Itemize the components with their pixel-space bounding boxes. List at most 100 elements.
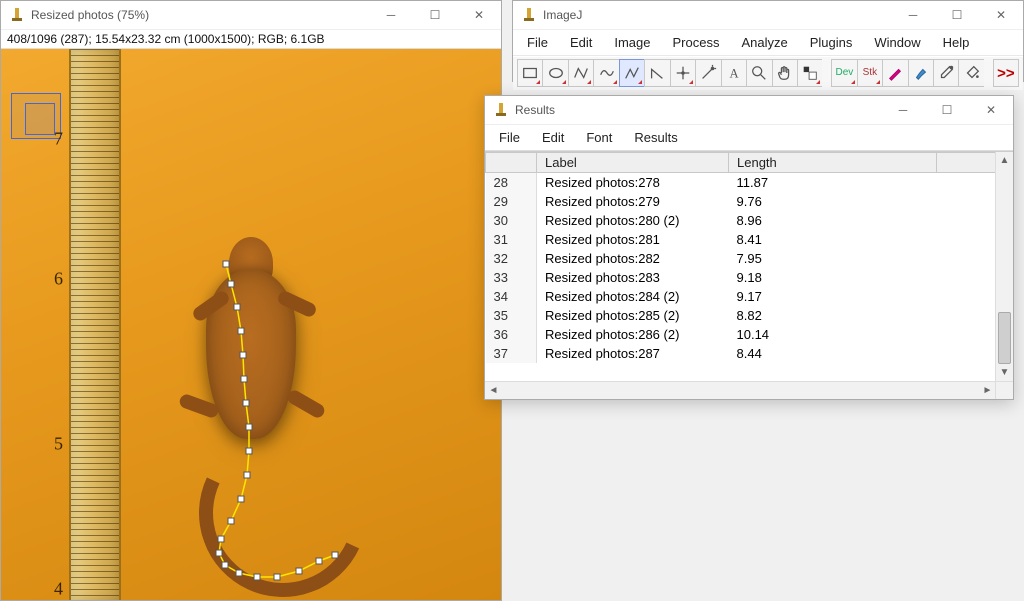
image-canvas[interactable]: 7654 [1,49,501,600]
stk-menu-button[interactable]: Stk [857,59,882,87]
scroll-right-arrow[interactable]: ► [979,382,996,399]
selection-node[interactable] [238,496,245,503]
cell-length: 8.96 [729,211,937,230]
minimize-button[interactable]: ─ [369,1,413,29]
maximize-button[interactable]: ☐ [413,1,457,29]
table-row[interactable]: 29Resized photos:2799.76 [486,192,1013,211]
close-button[interactable]: ✕ [969,96,1013,124]
horizontal-scrollbar[interactable]: ◄ ► [485,381,996,399]
selection-node[interactable] [240,352,247,359]
menu-file[interactable]: File [517,32,558,53]
menu-process[interactable]: Process [663,32,730,53]
zoom-tool[interactable] [746,59,771,87]
image-window-title: Resized photos (75%) [31,8,149,22]
table-row[interactable]: 31Resized photos:2818.41 [486,230,1013,249]
text-tool[interactable]: A [721,59,746,87]
color-picker-tool[interactable] [797,59,822,87]
selection-node[interactable] [216,550,223,557]
freehand-tool[interactable] [593,59,618,87]
close-button[interactable]: ✕ [457,1,501,29]
table-row[interactable]: 33Resized photos:2839.18 [486,268,1013,287]
selection-node[interactable] [316,558,323,565]
dropper-tool[interactable] [933,59,958,87]
selection-node[interactable] [236,570,243,577]
selection-node[interactable] [222,562,229,569]
cell-label: Resized photos:278 [537,173,729,193]
scroll-up-arrow[interactable]: ▲ [996,152,1013,169]
selection-node[interactable] [234,304,241,311]
maximize-button[interactable]: ☐ [935,1,979,29]
cell-length: 8.44 [729,344,937,363]
menu-plugins[interactable]: Plugins [800,32,863,53]
table-row[interactable]: 32Resized photos:2827.95 [486,249,1013,268]
selection-node[interactable] [241,376,248,383]
segmented-line-tool[interactable] [619,59,644,87]
maximize-button[interactable]: ☐ [925,96,969,124]
results-col-rownum[interactable] [486,153,537,173]
vertical-scrollbar[interactable]: ▲ ▼ [995,152,1013,381]
cell-label: Resized photos:287 [537,344,729,363]
row-number: 29 [486,192,537,211]
selection-node[interactable] [244,472,251,479]
cell-length: 8.41 [729,230,937,249]
polygon-tool[interactable] [568,59,593,87]
results-menu-file[interactable]: File [489,127,530,148]
scrollbar-corner [995,381,1013,399]
table-row[interactable]: 30Resized photos:280 (2)8.96 [486,211,1013,230]
results-menu-edit[interactable]: Edit [532,127,574,148]
brush-tool[interactable] [908,59,933,87]
selection-node[interactable] [238,328,245,335]
image-window-titlebar[interactable]: Resized photos (75%) ─ ☐ ✕ [1,1,501,30]
dev-menu-button[interactable]: Dev [831,59,856,87]
minimize-button[interactable]: ─ [891,1,935,29]
selection-node[interactable] [246,448,253,455]
imagej-icon [9,7,25,23]
rectangle-tool[interactable] [517,59,542,87]
selection-node[interactable] [332,552,339,559]
wand-tool[interactable] [695,59,720,87]
results-col-Length[interactable]: Length [729,153,937,173]
selection-node[interactable] [223,261,230,268]
bucket-tool[interactable] [958,59,983,87]
toolbar-more-button[interactable]: >> [993,59,1019,87]
menu-help[interactable]: Help [933,32,980,53]
imagej-main-titlebar[interactable]: ImageJ ─ ☐ ✕ [513,1,1023,30]
close-button[interactable]: ✕ [979,1,1023,29]
angle-tool[interactable] [644,59,669,87]
results-table[interactable]: LabelLength 28Resized photos:27811.8729R… [485,152,1013,363]
row-number: 30 [486,211,537,230]
results-titlebar[interactable]: Results ─ ☐ ✕ [485,96,1013,125]
table-row[interactable]: 34Resized photos:284 (2)9.17 [486,287,1013,306]
selection-node[interactable] [296,568,303,575]
results-col-Label[interactable]: Label [537,153,729,173]
menu-window[interactable]: Window [864,32,930,53]
selection-node[interactable] [228,518,235,525]
selection-node[interactable] [218,536,225,543]
row-number: 31 [486,230,537,249]
cell-length: 11.87 [729,173,937,193]
selection-node[interactable] [246,424,253,431]
scroll-down-arrow[interactable]: ▼ [996,364,1013,381]
scroll-left-arrow[interactable]: ◄ [485,382,502,399]
table-row[interactable]: 37Resized photos:2878.44 [486,344,1013,363]
minimize-button[interactable]: ─ [881,96,925,124]
segmented-line-selection[interactable] [1,49,501,600]
menu-image[interactable]: Image [604,32,660,53]
menu-analyze[interactable]: Analyze [731,32,797,53]
results-menu-results[interactable]: Results [624,127,687,148]
table-row[interactable]: 35Resized photos:285 (2)8.82 [486,306,1013,325]
oval-tool[interactable] [542,59,567,87]
selection-node[interactable] [243,400,250,407]
selection-node[interactable] [254,574,261,581]
selection-node[interactable] [274,574,281,581]
table-row[interactable]: 36Resized photos:286 (2)10.14 [486,325,1013,344]
point-tool[interactable] [670,59,695,87]
menu-edit[interactable]: Edit [560,32,602,53]
hand-tool[interactable] [772,59,797,87]
selection-node[interactable] [228,281,235,288]
image-window: Resized photos (75%) ─ ☐ ✕ 408/1096 (287… [0,0,502,601]
pencil-tool[interactable] [882,59,907,87]
results-menu-font[interactable]: Font [576,127,622,148]
scroll-thumb[interactable] [998,312,1011,364]
table-row[interactable]: 28Resized photos:27811.87 [486,173,1013,193]
